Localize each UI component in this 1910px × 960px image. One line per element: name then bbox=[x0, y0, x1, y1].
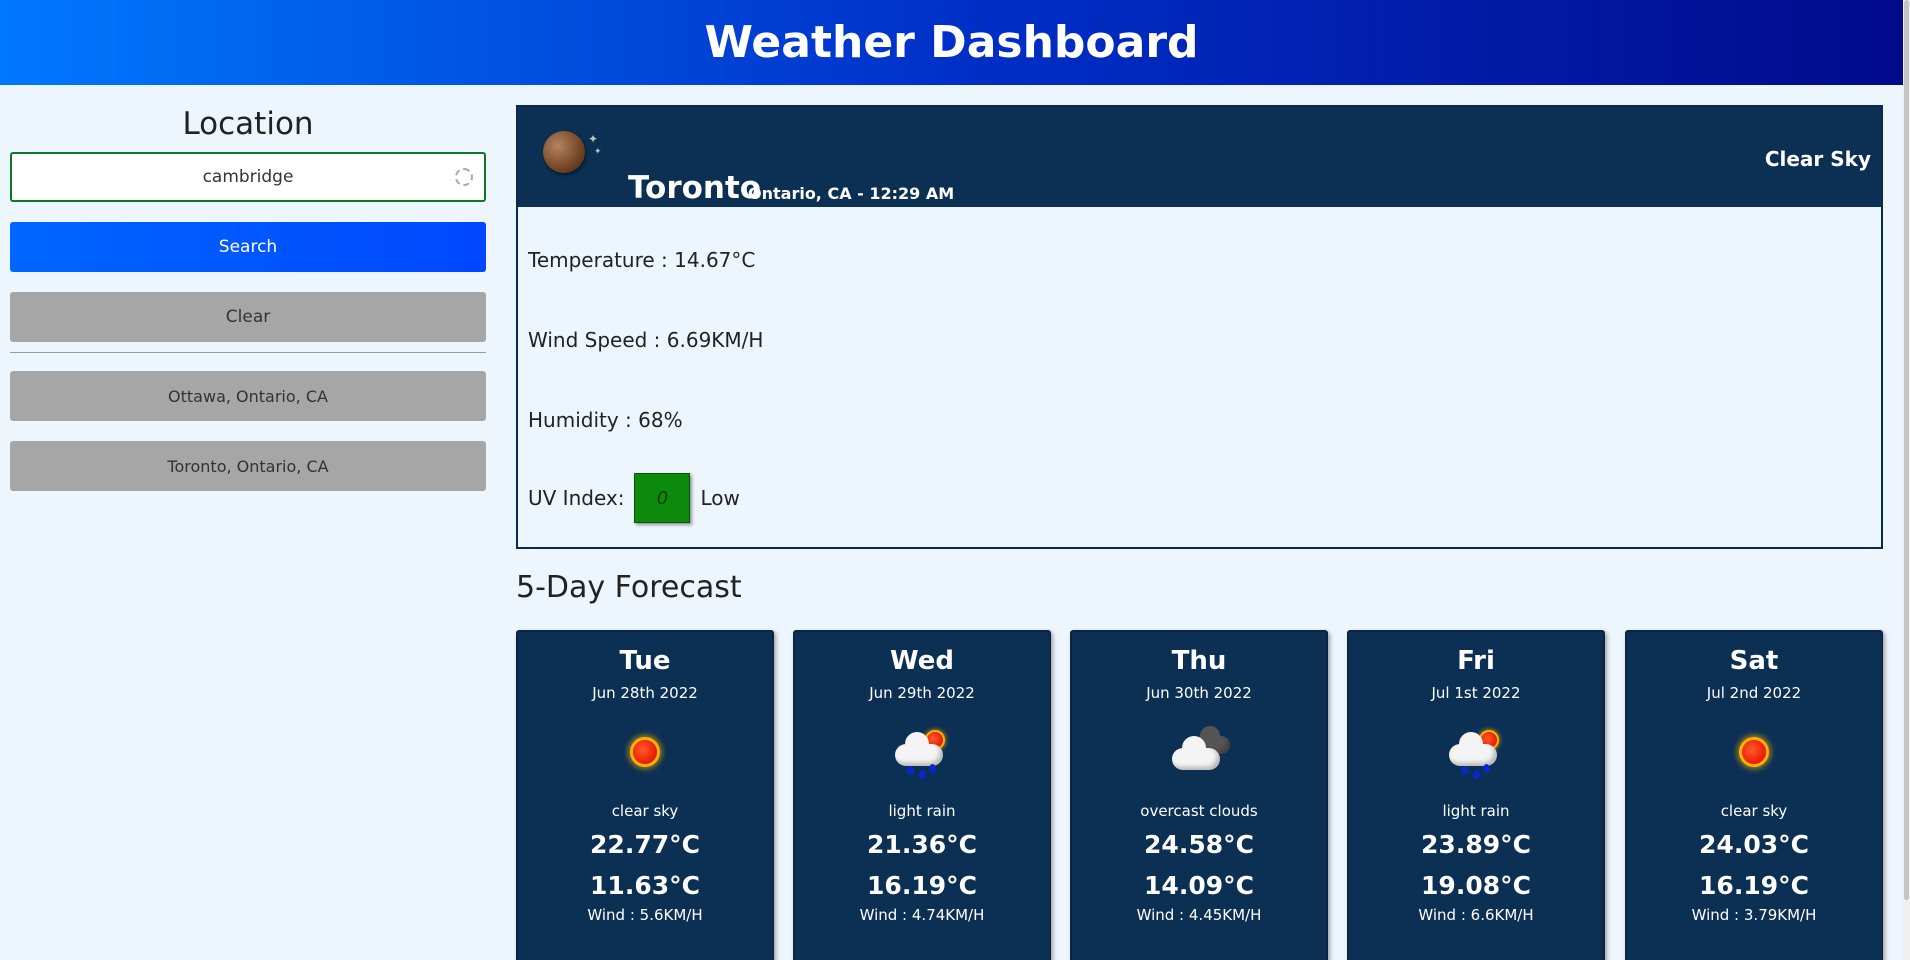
forecast-high: 23.89°C bbox=[1421, 830, 1531, 859]
forecast-date: Jul 1st 2022 bbox=[1431, 684, 1521, 702]
forecast-card: Tue Jun 28th 2022 clear sky 22.77°C 11.6… bbox=[516, 630, 774, 960]
city-meta: Ontario, CA - 12:29 AM bbox=[748, 184, 955, 203]
clear-button[interactable]: Clear bbox=[10, 292, 486, 342]
moon-icon bbox=[543, 131, 585, 173]
forecast-description: light rain bbox=[888, 802, 956, 820]
forecast-day: Thu bbox=[1171, 646, 1227, 676]
forecast-low: 16.19°C bbox=[867, 871, 977, 900]
forecast-wind: Wind : 6.6KM/H bbox=[1418, 906, 1534, 924]
weather-condition: Clear Sky bbox=[1764, 147, 1871, 171]
forecast-high: 24.58°C bbox=[1144, 830, 1254, 859]
search-button[interactable]: Search bbox=[10, 222, 486, 272]
scrollbar-thumb[interactable] bbox=[1904, 0, 1909, 900]
history-button-ottawa[interactable]: Ottawa, Ontario, CA bbox=[10, 371, 486, 421]
forecast-card: Wed Jun 29th 2022 light rain 21.36°C 16.… bbox=[793, 630, 1051, 960]
forecast-wind: Wind : 3.79KM/H bbox=[1691, 906, 1817, 924]
forecast-description: light rain bbox=[1442, 802, 1510, 820]
star-icon: ✦ bbox=[594, 147, 602, 157]
humidity-text: Humidity : 68% bbox=[528, 408, 683, 432]
forecast-card: Fri Jul 1st 2022 light rain 23.89°C 19.0… bbox=[1347, 630, 1605, 960]
forecast-high: 24.03°C bbox=[1699, 830, 1809, 859]
forecast-high: 22.77°C bbox=[590, 830, 700, 859]
forecast-wind: Wind : 4.45KM/H bbox=[1136, 906, 1262, 924]
forecast-date: Jun 29th 2022 bbox=[869, 684, 975, 702]
forecast-wind: Wind : 4.74KM/H bbox=[859, 906, 985, 924]
forecast-day: Fri bbox=[1457, 646, 1495, 676]
search-input[interactable] bbox=[12, 154, 484, 200]
forecast-day: Sat bbox=[1729, 646, 1779, 676]
rain-icon bbox=[1441, 722, 1511, 782]
forecast-low: 19.08°C bbox=[1421, 871, 1531, 900]
sun-icon bbox=[610, 722, 680, 782]
city-name: Toronto bbox=[628, 170, 762, 206]
forecast-high: 21.36°C bbox=[867, 830, 977, 859]
forecast-day: Tue bbox=[619, 646, 671, 676]
uv-level: Low bbox=[700, 486, 740, 510]
forecast-card: Sat Jul 2nd 2022 clear sky 24.03°C 16.19… bbox=[1625, 630, 1883, 960]
sun-icon bbox=[1719, 722, 1789, 782]
app-title: Weather Dashboard bbox=[704, 17, 1199, 68]
forecast-cards: Tue Jun 28th 2022 clear sky 22.77°C 11.6… bbox=[516, 630, 1883, 960]
current-weather-card: ✦ ✦ Toronto Ontario, CA - 12:29 AM Clear… bbox=[516, 105, 1883, 549]
forecast-low: 14.09°C bbox=[1144, 871, 1254, 900]
current-weather-header: ✦ ✦ Toronto Ontario, CA - 12:29 AM Clear… bbox=[518, 107, 1881, 207]
wind-speed-text: Wind Speed : 6.69KM/H bbox=[528, 328, 764, 352]
divider bbox=[10, 352, 486, 353]
history-button-toronto[interactable]: Toronto, Ontario, CA bbox=[10, 441, 486, 491]
uv-label: UV Index: bbox=[528, 486, 625, 510]
location-heading: Location bbox=[182, 106, 314, 142]
location-panel: Location Search Clear Ottawa, Ontario, C… bbox=[10, 106, 486, 491]
forecast-title: 5-Day Forecast bbox=[516, 570, 742, 605]
uv-index-row: UV Index: 0 Low bbox=[528, 473, 740, 523]
forecast-day: Wed bbox=[890, 646, 954, 676]
page-scrollbar[interactable] bbox=[1903, 0, 1910, 960]
forecast-description: clear sky bbox=[1720, 802, 1788, 820]
forecast-low: 11.63°C bbox=[590, 871, 700, 900]
app-header: Weather Dashboard bbox=[0, 0, 1903, 85]
forecast-description: overcast clouds bbox=[1140, 802, 1258, 820]
spinner-icon bbox=[455, 168, 473, 186]
forecast-date: Jun 28th 2022 bbox=[592, 684, 698, 702]
uv-value-badge: 0 bbox=[634, 473, 691, 523]
rain-icon bbox=[887, 722, 957, 782]
forecast-description: clear sky bbox=[611, 802, 679, 820]
forecast-low: 16.19°C bbox=[1699, 871, 1809, 900]
forecast-date: Jun 30th 2022 bbox=[1146, 684, 1252, 702]
search-field[interactable] bbox=[10, 152, 486, 202]
cloud-icon bbox=[1164, 722, 1234, 782]
forecast-card: Thu Jun 30th 2022 overcast clouds 24.58°… bbox=[1070, 630, 1328, 960]
forecast-wind: Wind : 5.6KM/H bbox=[587, 906, 703, 924]
star-icon: ✦ bbox=[588, 132, 599, 146]
forecast-date: Jul 2nd 2022 bbox=[1706, 684, 1802, 702]
temperature-text: Temperature : 14.67°C bbox=[528, 248, 756, 272]
